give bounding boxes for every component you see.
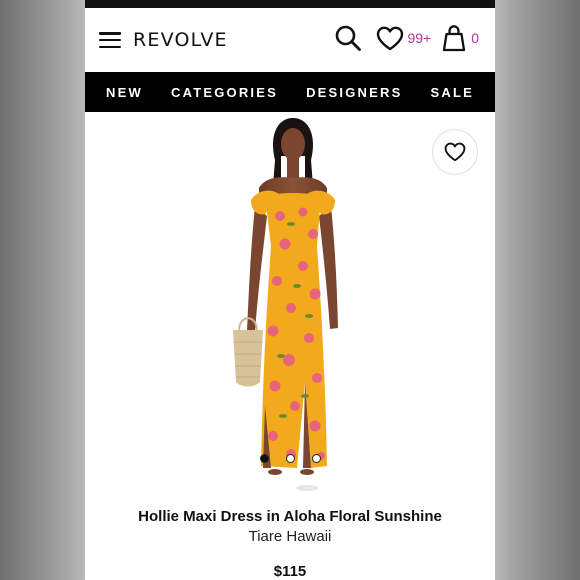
header-actions: 99+ 0 (334, 24, 479, 52)
product-price: $115 (273, 563, 307, 580)
product-gallery (85, 112, 495, 504)
product-info: Hollie Maxi Dress in Aloha Floral Sunshi… (85, 508, 495, 580)
pager-dot[interactable] (311, 454, 321, 463)
main-nav: NEW CATEGORIES DESIGNERS SALE (85, 72, 495, 112)
search-icon (336, 25, 362, 51)
heart-icon (377, 26, 404, 50)
nav-item-sale[interactable]: SALE (431, 85, 474, 100)
bag-icon (443, 25, 466, 52)
wishlist-button[interactable]: 99+ (376, 26, 441, 51)
favorite-heart-icon (444, 142, 466, 162)
phone-screen: REVOLVE 99+ 0 NEW CATEGORIES DESIGNERS S… (85, 0, 495, 580)
bag-button[interactable]: 0 (441, 24, 479, 52)
site-logo[interactable]: REVOLVE (133, 29, 228, 51)
nav-item-new[interactable]: NEW (106, 85, 143, 100)
site-header: REVOLVE 99+ 0 (85, 8, 495, 72)
wishlist-count: 99+ (407, 30, 432, 46)
nav-item-categories[interactable]: CATEGORIES (171, 85, 278, 100)
nav-item-designers[interactable]: DESIGNERS (306, 85, 402, 100)
search-button[interactable] (334, 24, 362, 52)
product-image[interactable] (225, 116, 360, 500)
menu-icon[interactable] (99, 32, 121, 48)
pager-dot[interactable] (259, 454, 269, 463)
product-name[interactable]: Hollie Maxi Dress in Aloha Floral Sunshi… (85, 508, 495, 525)
pager-dot[interactable] (285, 454, 295, 463)
favorite-button[interactable] (432, 129, 478, 175)
bag-count: 0 (471, 30, 479, 46)
image-pager (85, 454, 495, 463)
status-bar (85, 0, 495, 8)
product-brand[interactable]: Tiare Hawaii (85, 528, 495, 545)
